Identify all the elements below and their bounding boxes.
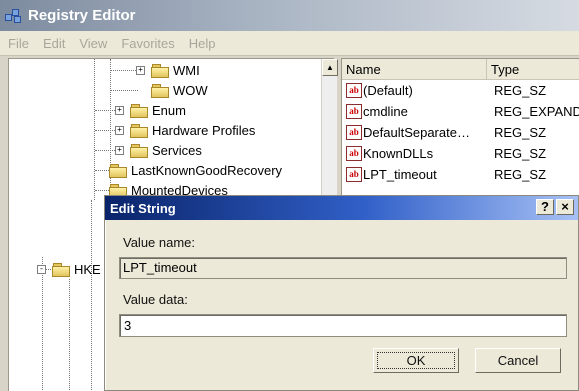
tree-item-wmi[interactable]: WMI: [151, 60, 200, 80]
close-button[interactable]: ×: [556, 199, 574, 215]
value-name: KnownDLLs: [363, 146, 434, 161]
tree-expander-hive[interactable]: -: [37, 265, 46, 274]
value-name: LPT_timeout: [363, 167, 437, 182]
value-type: REG_SZ: [494, 167, 547, 182]
tree-item-last-known-good-recovery[interactable]: LastKnownGoodRecovery: [109, 160, 282, 180]
ok-button[interactable]: OK: [373, 348, 459, 373]
tree-guide-line: [111, 90, 138, 91]
help-button[interactable]: ?: [536, 199, 554, 215]
cancel-button[interactable]: Cancel: [475, 348, 561, 373]
registry-editor-window: Registry Editor File Edit View Favorites…: [0, 0, 579, 391]
value-name: cmdline: [363, 104, 408, 119]
window-title: Registry Editor: [28, 7, 136, 24]
registry-editor-icon: [4, 7, 24, 25]
folder-icon: [130, 103, 148, 118]
dialog-title: Edit String: [110, 200, 176, 216]
menu-favorites[interactable]: Favorites: [121, 36, 174, 51]
tree-item-wow[interactable]: WOW: [151, 80, 208, 100]
tree-item-label: Hardware Profiles: [152, 122, 256, 138]
tree-guide-line: [42, 257, 43, 391]
column-header-type[interactable]: Type: [487, 59, 579, 80]
string-value-icon: ab: [346, 83, 362, 98]
tree-expander-wmi[interactable]: +: [136, 66, 145, 75]
tree-expander-hardware-profiles[interactable]: +: [115, 126, 124, 135]
menu-view[interactable]: View: [79, 36, 107, 51]
list-item[interactable]: ab LPT_timeout REG_SZ: [342, 164, 579, 185]
tree-item-label: WMI: [173, 62, 200, 78]
string-value-icon: ab: [346, 104, 362, 119]
tree-expander-enum[interactable]: +: [115, 106, 124, 115]
value-type: REG_SZ: [494, 125, 547, 140]
list-item[interactable]: ab (Default) REG_SZ: [342, 80, 579, 101]
string-value-icon: ab: [346, 125, 362, 140]
dialog-titlebar[interactable]: Edit String ? ×: [105, 196, 578, 220]
tree-item-label: HKE: [74, 261, 101, 277]
tree-guide-line: [69, 279, 70, 391]
list-item[interactable]: ab KnownDLLs REG_SZ: [342, 143, 579, 164]
value-data-input[interactable]: [119, 314, 567, 337]
edit-string-dialog: Edit String ? × Value name: LPT_timeout …: [104, 195, 579, 391]
list-header: Name Type: [342, 59, 579, 80]
string-value-icon: ab: [346, 167, 362, 182]
value-name: (Default): [363, 83, 413, 98]
folder-icon: [130, 123, 148, 138]
menu-bar: File Edit View Favorites Help: [0, 31, 579, 56]
tree-item-hke[interactable]: HKE: [52, 259, 101, 279]
tree-guide-line: [95, 150, 115, 151]
tree-guide-line: [91, 200, 92, 391]
menu-edit[interactable]: Edit: [43, 36, 65, 51]
tree-item-label: Enum: [152, 102, 186, 118]
folder-icon: [52, 262, 70, 277]
value-type: REG_SZ: [494, 83, 547, 98]
window-titlebar[interactable]: Registry Editor: [0, 0, 579, 31]
value-name-label: Value name:: [123, 235, 196, 250]
menu-help[interactable]: Help: [189, 36, 216, 51]
value-name: DefaultSeparate…: [363, 125, 470, 140]
dialog-title-buttons: ? ×: [534, 199, 574, 215]
tree-guide-line: [95, 190, 109, 191]
folder-open-icon: [151, 83, 169, 98]
tree-item-label: LastKnownGoodRecovery: [131, 162, 283, 178]
tree-item-label: WOW: [173, 82, 208, 98]
menu-file[interactable]: File: [8, 36, 29, 51]
tree-guide-line: [95, 130, 115, 131]
value-data-label: Value data:: [123, 292, 188, 307]
scroll-up-icon[interactable]: ▲: [322, 59, 338, 76]
tree-item-services[interactable]: Services: [130, 140, 202, 160]
list-item[interactable]: ab cmdline REG_EXPAND: [342, 101, 579, 122]
folder-icon: [109, 163, 127, 178]
tree-item-enum[interactable]: Enum: [130, 100, 186, 120]
tree-item-label: Services: [152, 142, 202, 158]
value-type: REG_SZ: [494, 146, 547, 161]
tree-guide-line: [111, 70, 138, 71]
tree-item-hardware-profiles[interactable]: Hardware Profiles: [130, 120, 255, 140]
list-item[interactable]: ab DefaultSeparate… REG_SZ: [342, 122, 579, 143]
string-value-icon: ab: [346, 146, 362, 161]
tree-guide-line: [95, 110, 115, 111]
value-name-field: LPT_timeout: [119, 257, 567, 279]
value-type: REG_EXPAND: [494, 104, 579, 119]
column-header-name[interactable]: Name: [342, 59, 487, 80]
tree-expander-services[interactable]: +: [115, 146, 124, 155]
tree-guide-line: [95, 170, 109, 171]
folder-icon: [151, 63, 169, 78]
folder-icon: [130, 143, 148, 158]
